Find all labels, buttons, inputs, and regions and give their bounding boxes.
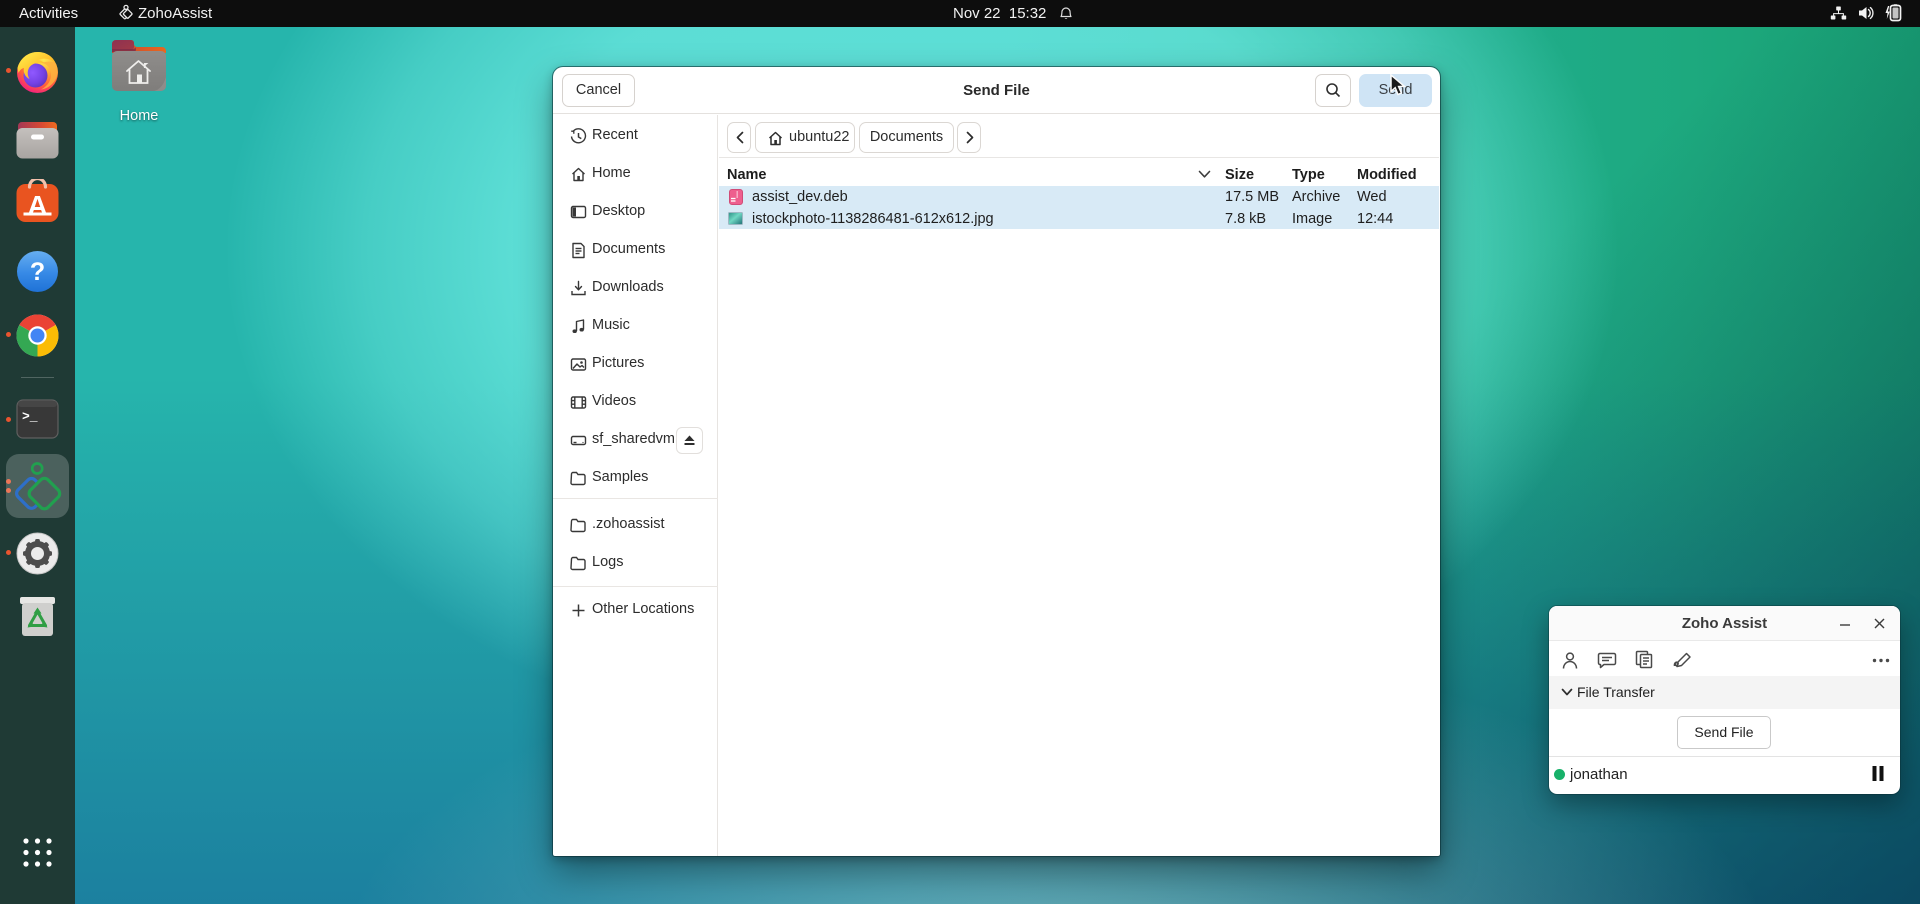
- svg-text:A: A: [27, 190, 47, 221]
- svg-text:?: ?: [30, 258, 45, 286]
- svg-text:>_: >_: [22, 409, 38, 424]
